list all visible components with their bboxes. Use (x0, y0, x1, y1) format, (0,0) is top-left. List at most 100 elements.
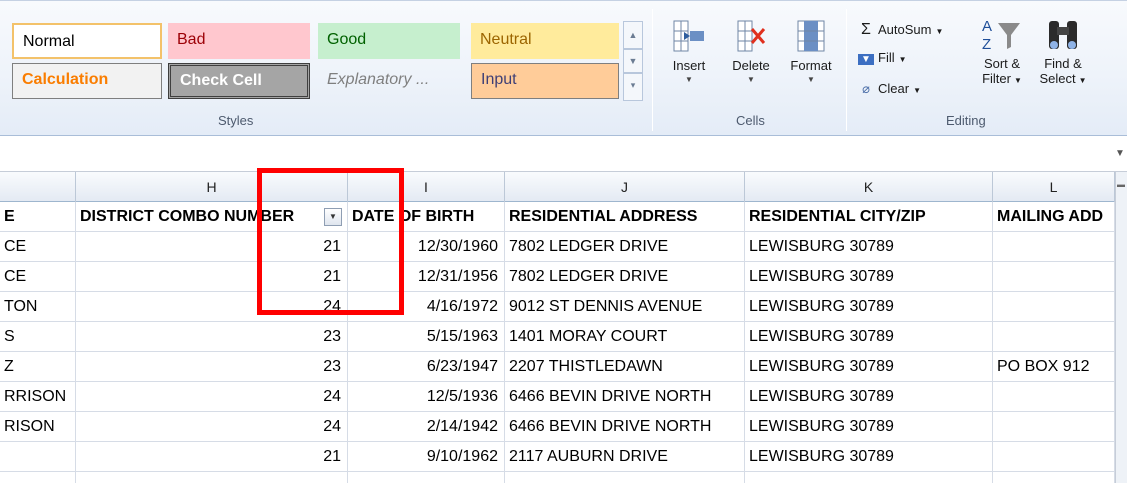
header-cell-k[interactable]: RESIDENTIAL CITY/ZIP (745, 202, 993, 231)
cell-g[interactable]: Z (0, 352, 76, 381)
cell-k[interactable]: LEWISBURG 30789 (745, 442, 993, 471)
fill-button[interactable]: ▼ Fill ▼ (858, 50, 907, 65)
style-good[interactable]: Good (318, 23, 460, 59)
header-cell-g[interactable]: E (0, 202, 76, 231)
cell-i[interactable]: 12/31/1956 (348, 262, 505, 291)
vertical-scrollbar[interactable] (1115, 172, 1127, 483)
cell-i[interactable]: 6/23/1947 (348, 352, 505, 381)
cell-j[interactable]: 6466 BEVIN DRIVE NORTH (505, 412, 745, 441)
cell-l[interactable] (993, 232, 1115, 261)
cell-j[interactable]: 1401 MORAY COURT (505, 322, 745, 351)
sort-filter-button[interactable]: A Z Sort & Filter ▼ (974, 15, 1030, 86)
cell-h[interactable]: 24 (76, 412, 348, 441)
cell-k[interactable]: LEWISBURG 30789 (745, 322, 993, 351)
formula-bar-expand-button[interactable]: ▼ (1113, 140, 1127, 168)
cell-h[interactable]: 24 (76, 292, 348, 321)
cell-k[interactable]: LEWISBURG 30789 (745, 382, 993, 411)
format-label: Format (790, 58, 832, 73)
style-check-cell[interactable]: Check Cell (168, 63, 310, 99)
cell-l[interactable] (993, 322, 1115, 351)
cell-k[interactable]: LEWISBURG 30789 (745, 292, 993, 321)
cell-k[interactable] (745, 472, 993, 483)
cell-g[interactable]: RRISON (0, 382, 76, 411)
cell-l[interactable] (993, 412, 1115, 441)
cell-j[interactable]: 2117 AUBURN DRIVE (505, 442, 745, 471)
insert-label: Insert (672, 58, 706, 73)
cell-g[interactable]: CE (0, 232, 76, 261)
chevron-down-icon: ▼ (935, 27, 944, 36)
style-explanatory[interactable]: Explanatory ... (318, 63, 460, 99)
style-calculation[interactable]: Calculation (12, 63, 162, 99)
gallery-scroll-up-button[interactable]: ▲ (623, 21, 643, 49)
insert-cells-button[interactable]: Insert ▼ (662, 19, 716, 84)
cell-l[interactable] (993, 292, 1115, 321)
cell-g[interactable]: TON (0, 292, 76, 321)
style-neutral[interactable]: Neutral (471, 23, 619, 59)
cell-j[interactable]: 7802 LEDGER DRIVE (505, 262, 745, 291)
gallery-more-button[interactable]: ▾ (623, 73, 643, 101)
style-normal[interactable]: Normal (12, 23, 162, 59)
cell-k[interactable]: LEWISBURG 30789 (745, 232, 993, 261)
cell-g[interactable] (0, 442, 76, 471)
header-cell-h[interactable]: DISTRICT COMBO NUMBER (76, 202, 348, 231)
cell-l[interactable] (993, 442, 1115, 471)
cell-g[interactable]: RISON (0, 412, 76, 441)
column-header-h[interactable]: H (76, 172, 348, 202)
header-cell-l[interactable]: MAILING ADD (993, 202, 1115, 231)
autosum-button[interactable]: Σ AutoSum ▼ (858, 21, 943, 39)
cell-j[interactable]: 6466 BEVIN DRIVE NORTH (505, 382, 745, 411)
cell-j[interactable]: 9012 ST DENNIS AVENUE (505, 292, 745, 321)
group-separator (652, 9, 653, 131)
header-cell-j[interactable]: RESIDENTIAL ADDRESS (505, 202, 745, 231)
column-header-i[interactable]: I (348, 172, 505, 202)
cell-i[interactable] (348, 472, 505, 483)
cell-l[interactable] (993, 382, 1115, 411)
cell-l[interactable]: PO BOX 912 (993, 352, 1115, 381)
cell-i[interactable]: 12/5/1936 (348, 382, 505, 411)
cell-h[interactable]: 24 (76, 382, 348, 411)
column-header-row: HIJKL (0, 172, 1115, 202)
cell-g[interactable]: CE (0, 262, 76, 291)
cell-h[interactable]: 21 (76, 442, 348, 471)
cell-k[interactable]: LEWISBURG 30789 (745, 262, 993, 291)
cell-i[interactable]: 4/16/1972 (348, 292, 505, 321)
worksheet-grid[interactable]: HIJKL E DISTRICT COMBO NUMBER DATE OF BIRT… (0, 172, 1115, 483)
column-header-g[interactable] (0, 172, 76, 202)
format-cells-button[interactable]: Format ▼ (782, 19, 840, 84)
clear-button[interactable]: ⌀ Clear ▼ (858, 81, 921, 97)
header-cell-i[interactable]: DATE OF BIRTH (348, 202, 505, 231)
style-bad[interactable]: Bad (168, 23, 310, 59)
cell-k[interactable]: LEWISBURG 30789 (745, 412, 993, 441)
cell-j[interactable]: 7802 LEDGER DRIVE (505, 232, 745, 261)
cell-h[interactable]: 21 (76, 262, 348, 291)
filter-dropdown-button[interactable]: ▼ (324, 208, 342, 226)
format-cells-icon (797, 20, 825, 52)
cell-i[interactable]: 2/14/1942 (348, 412, 505, 441)
cell-g[interactable]: S (0, 322, 76, 351)
cell-h[interactable]: 23 (76, 322, 348, 351)
chevron-down-icon: ▼ (807, 75, 815, 84)
cell-j[interactable] (505, 472, 745, 483)
cell-k[interactable]: LEWISBURG 30789 (745, 352, 993, 381)
find-select-button[interactable]: Find & Select ▼ (1034, 15, 1092, 86)
column-header-j[interactable]: J (505, 172, 745, 202)
cell-h[interactable] (76, 472, 348, 483)
cell-l[interactable] (993, 472, 1115, 483)
formula-bar-strip (0, 136, 1127, 172)
cell-h[interactable]: 23 (76, 352, 348, 381)
cell-i[interactable]: 5/15/1963 (348, 322, 505, 351)
column-header-l[interactable]: L (993, 172, 1115, 202)
cell-g[interactable] (0, 472, 76, 483)
style-input[interactable]: Input (471, 63, 619, 99)
split-box-icon[interactable]: ▬ (1115, 172, 1127, 198)
cell-l[interactable] (993, 262, 1115, 291)
cell-i[interactable]: 9/10/1962 (348, 442, 505, 471)
delete-cells-button[interactable]: Delete ▼ (722, 19, 780, 84)
gallery-scroll-down-button[interactable]: ▼ (623, 49, 643, 73)
cells-group-label: Cells (736, 113, 765, 128)
cell-j[interactable]: 2207 THISTLEDAWN (505, 352, 745, 381)
cell-i[interactable]: 12/30/1960 (348, 232, 505, 261)
sort-filter-icon: A Z (982, 18, 1020, 53)
cell-h[interactable]: 21 (76, 232, 348, 261)
column-header-k[interactable]: K (745, 172, 993, 202)
